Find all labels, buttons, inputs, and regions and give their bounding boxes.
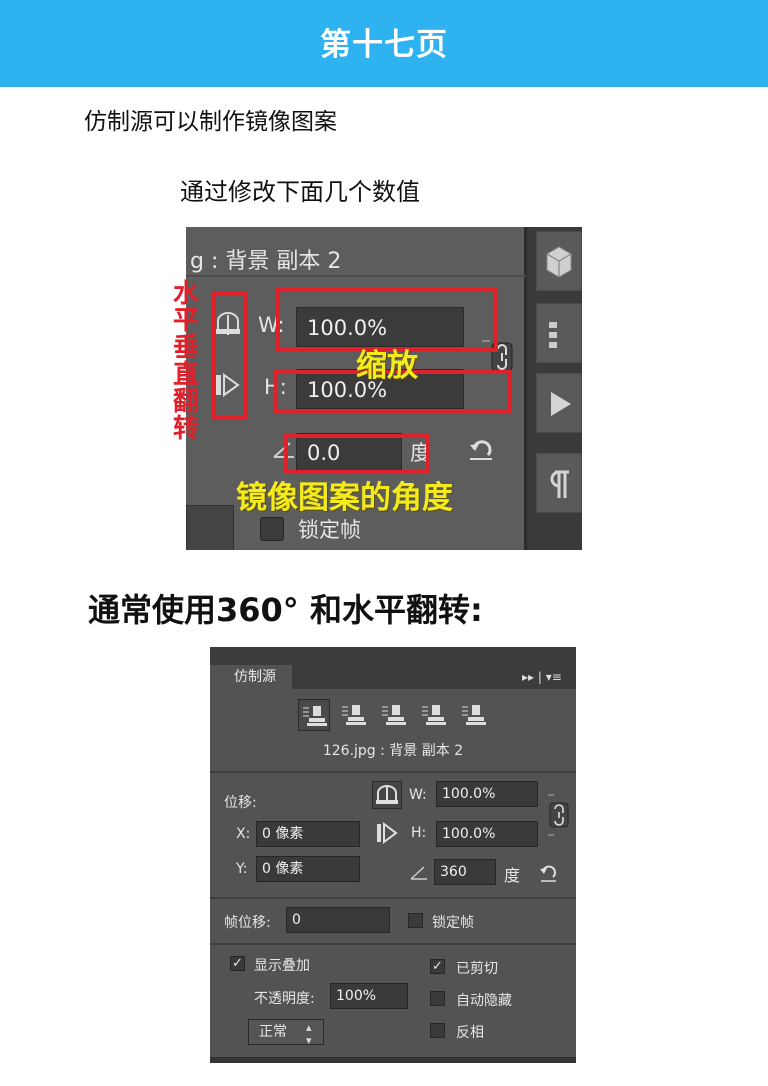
lock-frame-checkbox[interactable] xyxy=(260,517,284,541)
paragraph-tool-button[interactable] xyxy=(536,453,582,513)
show-overlay-label: 显示叠加 xyxy=(254,958,310,974)
panel-titlebar xyxy=(210,647,576,665)
blend-mode-select[interactable]: 正常 xyxy=(248,1019,324,1045)
intro-text: 仿制源可以制作镜像图案 xyxy=(84,109,337,135)
x-label: X: xyxy=(236,826,251,842)
height-field[interactable]: 100.0% xyxy=(436,821,538,847)
lock-frame-checkbox[interactable] xyxy=(408,913,423,928)
clone-source-2-button[interactable] xyxy=(338,699,368,729)
angle-highlight-box xyxy=(284,434,430,474)
clone-source-4-button[interactable] xyxy=(418,699,448,729)
clone-source-panel: 仿制源 ▸▸ | ▾≡ 126.jpg : 背景 副本 2 位移: W: 100… xyxy=(210,647,576,1063)
page-title: 第十七页 xyxy=(320,27,448,63)
flip-annotation: 水平垂直翻转 xyxy=(172,279,199,444)
scale-annotation: 缩放 xyxy=(356,348,418,384)
opacity-label: 不透明度: xyxy=(254,991,315,1007)
cube-tool-button[interactable] xyxy=(536,231,582,291)
invert-label: 反相 xyxy=(456,1025,484,1041)
link-icon[interactable] xyxy=(546,793,570,837)
clone-source-3-button[interactable] xyxy=(378,699,408,729)
clipped-checkbox[interactable]: ✓ xyxy=(430,959,445,974)
angle-annotation: 镜像图案的角度 xyxy=(236,480,453,516)
lock-frame-label: 锁定帧 xyxy=(432,915,474,931)
auto-hide-label: 自动隐藏 xyxy=(456,993,512,1009)
y-label: Y: xyxy=(236,861,248,877)
lock-frame-label: 锁定帧 xyxy=(298,518,361,542)
y-offset-field[interactable]: 0 像素 xyxy=(256,856,360,882)
flip-highlight-box xyxy=(212,292,248,420)
layers-tool-button[interactable] xyxy=(536,303,582,363)
angle-icon xyxy=(410,863,428,881)
angle-field[interactable]: 360 xyxy=(434,859,496,885)
clone-source-1-button[interactable] xyxy=(298,699,330,731)
section-divider xyxy=(210,897,576,899)
panel-divider xyxy=(186,275,526,277)
clone-source-5-button[interactable] xyxy=(458,699,488,729)
section-divider xyxy=(210,943,576,945)
reset-transform-icon[interactable] xyxy=(466,437,496,463)
source-label: 126.jpg : 背景 副本 2 xyxy=(322,743,464,759)
flip-vertical-icon[interactable] xyxy=(376,821,398,845)
show-overlay-checkbox[interactable]: ✓ xyxy=(230,956,245,971)
x-offset-field[interactable]: 0 像素 xyxy=(256,821,360,847)
clipped-label: 已剪切 xyxy=(456,961,498,977)
play-button[interactable] xyxy=(536,373,582,433)
panel-menu-icon[interactable]: ▸▸ | ▾≡ xyxy=(522,665,576,689)
auto-hide-checkbox[interactable] xyxy=(430,991,445,1006)
section-divider xyxy=(210,771,576,773)
width-label: W: xyxy=(409,787,427,803)
panel-tab-clone-source[interactable]: 仿制源 xyxy=(218,665,292,689)
frame-offset-label: 帧位移: xyxy=(224,915,271,931)
height-label: H: xyxy=(411,825,427,841)
panel-bottom-edge xyxy=(210,1057,576,1063)
subheading: 通过修改下面几个数值 xyxy=(180,178,420,206)
flip-horizontal-icon[interactable] xyxy=(372,781,402,809)
degree-label: 度 xyxy=(504,866,521,885)
common-usage-heading: 通常使用360° 和水平翻转: xyxy=(88,591,483,629)
opacity-field[interactable]: 100% xyxy=(330,983,408,1009)
source-label: g : 背景 副本 2 xyxy=(190,249,342,274)
bottom-swatch xyxy=(186,505,234,550)
width-field[interactable]: 100.0% xyxy=(436,781,538,807)
invert-checkbox[interactable] xyxy=(430,1023,445,1038)
frame-offset-field[interactable]: 0 xyxy=(286,907,390,933)
select-arrows-icon: ▴ ▾ xyxy=(306,1021,312,1047)
reset-transform-icon[interactable] xyxy=(538,863,558,883)
offset-label: 位移: xyxy=(224,795,257,811)
